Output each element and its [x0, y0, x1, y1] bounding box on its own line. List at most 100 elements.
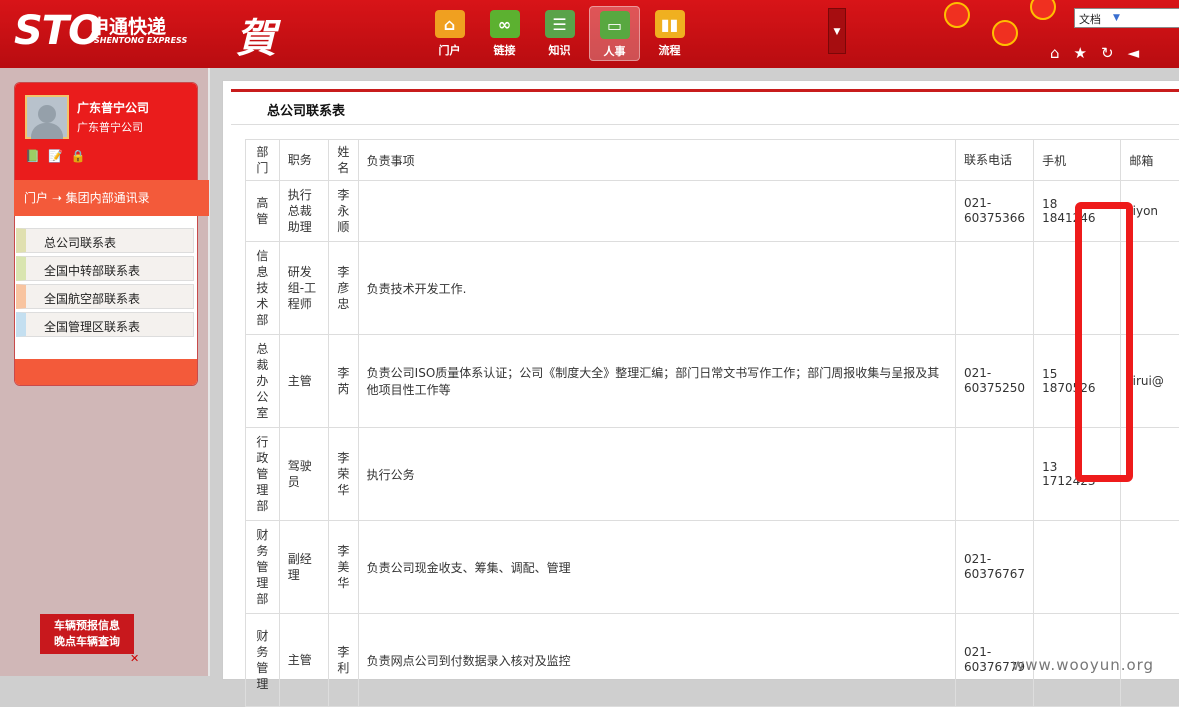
col-dept: 部门 [246, 140, 280, 181]
avatar [25, 95, 69, 139]
nav-portal[interactable]: ⌂ 门户 [424, 6, 475, 61]
panel-footer [15, 359, 198, 386]
close-icon[interactable]: ✕ [130, 652, 139, 665]
contact-menu: 总公司联系表 全国中转部联系表 全国航空部联系表 全国管理区联系表 [16, 228, 194, 340]
cell-duty: 负责技术开发工作. [358, 242, 955, 335]
cell-name: 李彦忠 [329, 242, 359, 335]
menu-item-head-office[interactable]: 总公司联系表 [16, 228, 194, 253]
cell-role: 主管 [279, 335, 328, 428]
nav-process[interactable]: ▮▮ 流程 [644, 6, 695, 61]
sto-logo[interactable]: STO 申通快递 SHENTONG EXPRESS [14, 8, 101, 54]
title-bar: 总公司联系表 [231, 89, 1179, 125]
main-content: 总公司联系表 部门 职务 姓名 负责事项 联系电话 手机 邮箱 高管 执行总裁助… [222, 80, 1179, 680]
lock-icon[interactable]: 🔒 [71, 149, 86, 163]
top-nav: ⌂ 门户 ∞ 链接 ☰ 知识 ▭ 人事 ▮▮ 流程 [424, 6, 695, 61]
contact-table: 部门 职务 姓名 负责事项 联系电话 手机 邮箱 高管 执行总裁助理 李永顺 0… [245, 139, 1179, 707]
cell-name: 李芮 [329, 335, 359, 428]
card-icon: ▭ [600, 11, 630, 39]
table-row: 财务管理部 副经理 李美华 负责公司现金收支、筹集、调配、管理 021-6037… [246, 521, 1179, 614]
cell-dept: 行政管理部 [246, 428, 280, 521]
nav-label: 链接 [494, 44, 516, 57]
table-row: 高管 执行总裁助理 李永顺 021-60375366 18 1841246 li… [246, 181, 1179, 242]
col-email: 邮箱 [1121, 140, 1179, 181]
cell-duty: 负责公司现金收支、筹集、调配、管理 [358, 521, 955, 614]
cell-phone: 021-60376767 [955, 521, 1033, 614]
cell-phone: 021-60375366 [955, 181, 1033, 242]
table-header-row: 部门 职务 姓名 负责事项 联系电话 手机 邮箱 [246, 140, 1179, 181]
chart-icon: ▮▮ [655, 10, 685, 38]
cell-phone [955, 428, 1033, 521]
back-icon[interactable]: ◄ [1128, 44, 1140, 62]
cell-dept: 财务管理 [246, 614, 280, 707]
logo-english: SHENTONG EXPRESS [94, 36, 187, 45]
link-icon: ∞ [490, 10, 520, 38]
menu-item-transit[interactable]: 全国中转部联系表 [16, 256, 194, 281]
cell-name: 李荣华 [329, 428, 359, 521]
notice-line-2: 晚点车辆查询 [40, 634, 134, 650]
col-name: 姓名 [329, 140, 359, 181]
nav-label: 人事 [604, 45, 626, 58]
cell-role: 主管 [279, 614, 328, 707]
cell-dept: 总裁办公室 [246, 335, 280, 428]
sidebar: 广东普宁公司 广东普宁公司 📗 📝 🔒 门户 ➝ 集团内部通讯录 总公司联系表 … [0, 68, 210, 676]
cell-duty: 负责公司ISO质量体系认证；公司《制度大全》整理汇编；部门日常文书写作工作；部门… [358, 335, 955, 428]
cell-dept: 高管 [246, 181, 280, 242]
chevron-down-icon: ▼ [1113, 13, 1120, 23]
logo-chinese: 申通快递 [90, 12, 166, 39]
table-row: 总裁办公室 主管 李芮 负责公司ISO质量体系认证；公司《制度大全》整理汇编；部… [246, 335, 1179, 428]
greeting-calligraphy: 賀 [236, 6, 276, 64]
cell-phone [955, 242, 1033, 335]
cell-role: 研发组-工程师 [279, 242, 328, 335]
nav-label: 流程 [659, 44, 681, 57]
notepad-icon[interactable]: 📝 [48, 149, 63, 163]
cell-role: 驾驶员 [279, 428, 328, 521]
cell-name: 李永顺 [329, 181, 359, 242]
breadcrumb: 门户 ➝ 集团内部通讯录 [14, 180, 209, 216]
cell-name: 李利 [329, 614, 359, 707]
notice-line-1: 车辆预报信息 [40, 618, 134, 634]
search-type-select[interactable]: 文档 ▼ [1074, 8, 1179, 28]
nav-label: 知识 [549, 44, 571, 57]
page-title: 总公司联系表 [267, 100, 345, 119]
user-org: 广东普宁公司 [77, 119, 143, 135]
col-mobile: 手机 [1034, 140, 1121, 181]
top-header: STO 申通快递 SHENTONG EXPRESS 賀 ⌂ 门户 ∞ 链接 ☰ … [0, 0, 1179, 68]
col-duty: 负责事项 [358, 140, 955, 181]
book-icon: ☰ [545, 10, 575, 38]
menu-item-management[interactable]: 全国管理区联系表 [16, 312, 194, 337]
cell-duty [358, 181, 955, 242]
refresh-icon[interactable]: ↻ [1101, 44, 1114, 62]
book-icon[interactable]: 📗 [25, 149, 40, 163]
redaction-highlight-box [1075, 202, 1133, 482]
nav-knowledge[interactable]: ☰ 知识 [534, 6, 585, 61]
col-phone: 联系电话 [955, 140, 1033, 181]
cell-dept: 财务管理部 [246, 521, 280, 614]
cell-duty: 负责网点公司到付数据录入核对及监控 [358, 614, 955, 707]
header-tools: ⌂ ★ ↻ ◄ [1050, 44, 1139, 62]
nav-more-button[interactable]: ▼ [828, 8, 846, 54]
nav-links[interactable]: ∞ 链接 [479, 6, 530, 61]
menu-item-aviation[interactable]: 全国航空部联系表 [16, 284, 194, 309]
star-icon[interactable]: ★ [1074, 44, 1087, 62]
cell-role: 执行总裁助理 [279, 181, 328, 242]
nav-hr[interactable]: ▭ 人事 [589, 6, 640, 61]
cell-duty: 执行公务 [358, 428, 955, 521]
table-row: 信息技术部 研发组-工程师 李彦忠 负责技术开发工作. [246, 242, 1179, 335]
table-row: 行政管理部 驾驶员 李荣华 执行公务 13 1712423 [246, 428, 1179, 521]
home-icon[interactable]: ⌂ [1050, 44, 1060, 62]
cell-phone: 021-60375250 [955, 335, 1033, 428]
watermark: www.wooyun.org [1012, 656, 1154, 674]
user-tools: 📗 📝 🔒 [25, 149, 86, 163]
cell-mobile [1034, 521, 1121, 614]
nav-label: 门户 [439, 44, 461, 57]
cell-dept: 信息技术部 [246, 242, 280, 335]
user-name: 广东普宁公司 [77, 99, 149, 116]
logo-text: STO [14, 8, 101, 54]
vehicle-notice[interactable]: 车辆预报信息 晚点车辆查询 [40, 614, 134, 654]
col-role: 职务 [279, 140, 328, 181]
cell-role: 副经理 [279, 521, 328, 614]
search-type-value: 文档 [1079, 13, 1101, 26]
cell-name: 李美华 [329, 521, 359, 614]
home-icon: ⌂ [435, 10, 465, 38]
cell-email [1121, 521, 1179, 614]
